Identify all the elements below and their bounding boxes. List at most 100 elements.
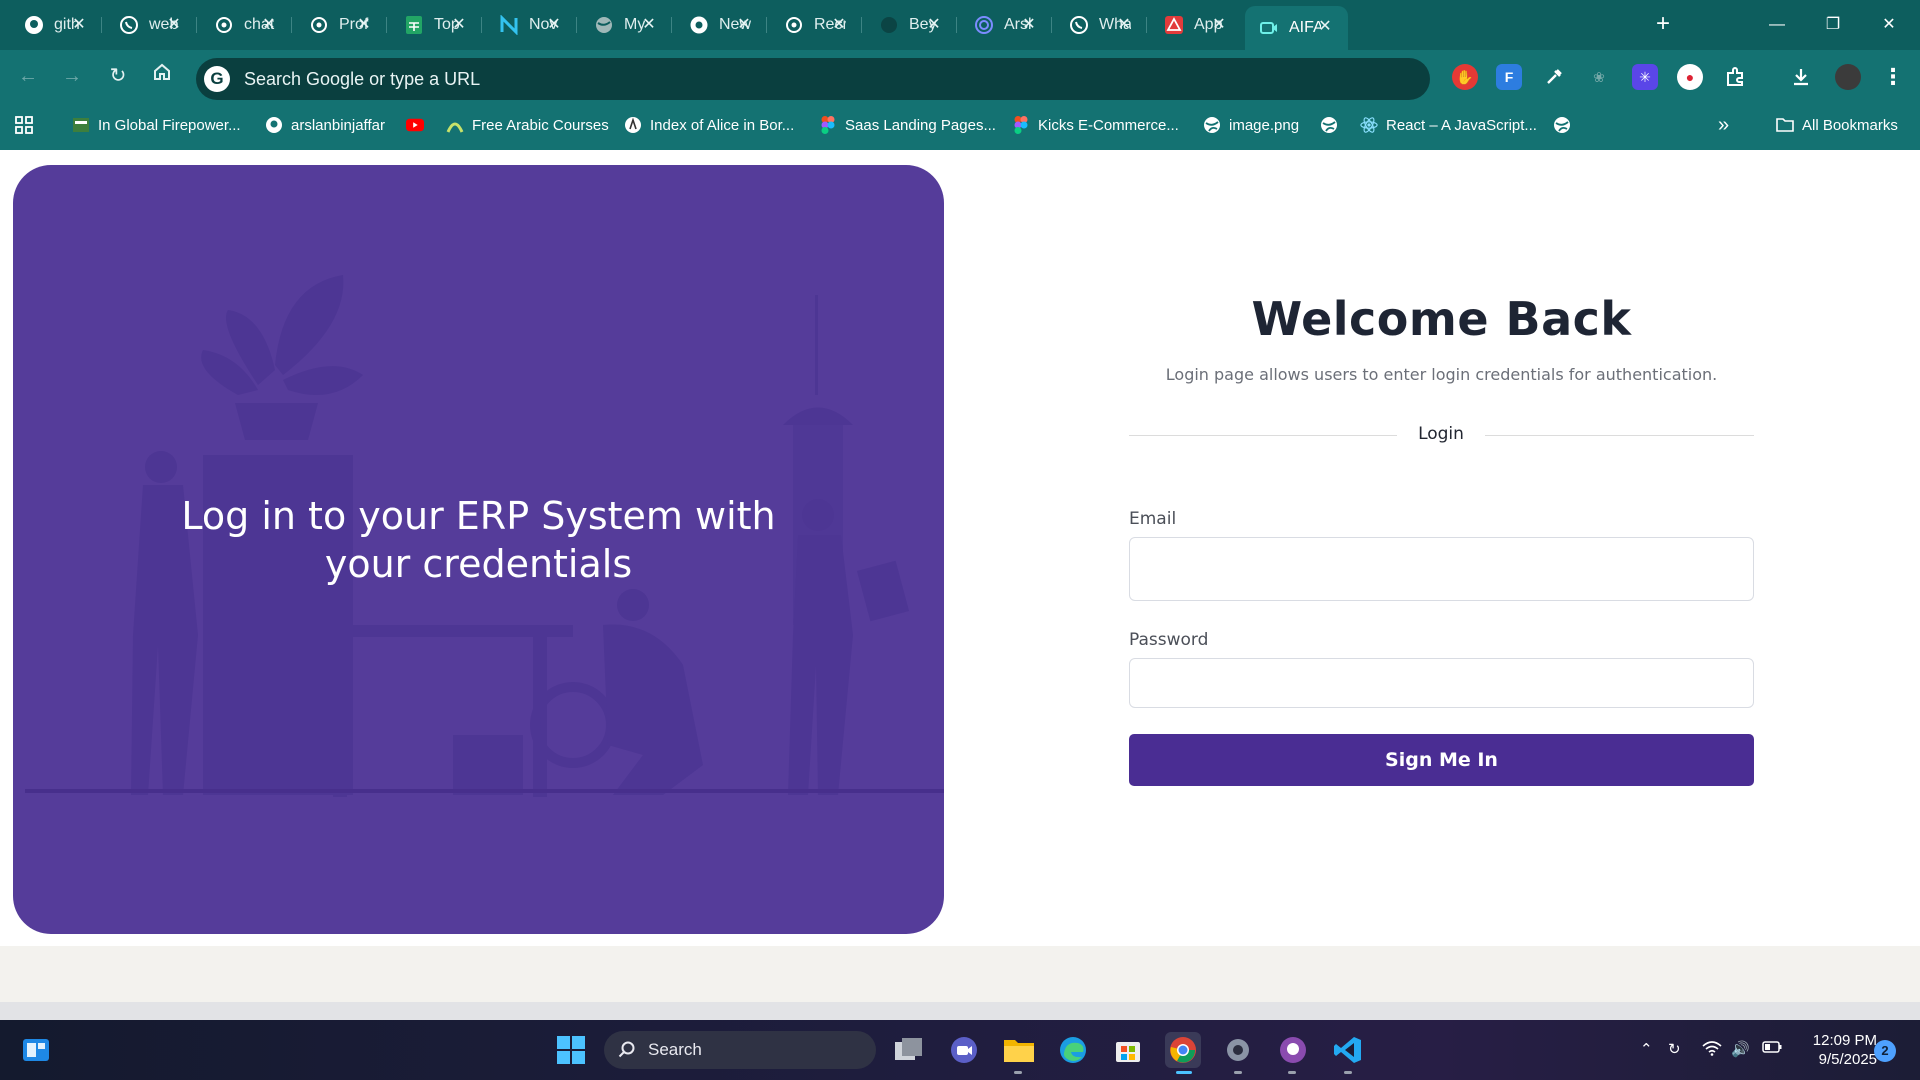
tab-close-icon[interactable]: ✕ [1316,18,1334,36]
home-button[interactable] [148,62,176,90]
close-window-button[interactable]: ✕ [1866,8,1912,42]
eyedropper-extension-icon[interactable] [1541,64,1567,90]
snowflake-extension-icon[interactable]: ✳ [1632,64,1658,90]
bookmark-item[interactable]: Kicks E-Commerce... [1012,114,1179,136]
adblock-extension-icon[interactable]: ✋ [1452,64,1478,90]
browser-tab[interactable]: Prof ✕ [295,8,387,42]
circle-extension-icon[interactable]: ● [1677,64,1703,90]
notification-badge[interactable]: 2 [1874,1040,1896,1062]
system-clock[interactable]: 12:09 PM 9/5/2025 [1795,1031,1877,1069]
wifi-icon[interactable] [1702,1040,1722,1060]
new-tab-button[interactable]: + [1650,12,1676,38]
download-icon[interactable] [1788,64,1814,90]
battery-icon[interactable] [1762,1040,1782,1058]
browser-tab[interactable]: web ✕ [105,8,197,42]
tab-separator [481,17,482,33]
email-input[interactable] [1129,537,1754,601]
browser-tab[interactable]: New ✕ [675,8,767,42]
chrome-taskbar-icon[interactable] [1165,1032,1201,1068]
globe-icon [1320,116,1338,134]
forward-button[interactable]: → [58,62,86,90]
menu-kebab-icon[interactable]: ⋮ [1880,64,1906,90]
bookmark-item[interactable] [1553,114,1579,136]
bug-extension-icon[interactable]: ❀ [1586,64,1612,90]
browser-tab[interactable]: My ✕ [580,8,672,42]
bookmark-item[interactable]: React – A JavaScript... [1360,114,1537,136]
warning-red-icon [1164,15,1184,35]
sign-in-button[interactable]: Sign Me In [1129,734,1754,786]
browser-tab[interactable]: App ✕ [1150,8,1242,42]
tab-close-icon[interactable]: ✕ [70,16,88,34]
horizontal-scrollbar[interactable] [0,1002,1920,1020]
tab-close-icon[interactable]: ✕ [830,16,848,34]
tray-chevron-icon[interactable]: ⌃ [1640,1040,1653,1058]
restore-button[interactable]: ❐ [1810,8,1856,42]
settings-gear-icon[interactable] [1220,1032,1256,1068]
tab-close-icon[interactable]: ✕ [1020,16,1038,34]
all-bookmarks-button[interactable]: All Bookmarks [1776,114,1898,136]
browser-tab[interactable]: Arsl ✕ [960,8,1052,42]
tab-close-icon[interactable]: ✕ [1115,16,1133,34]
minimize-button[interactable]: — [1754,8,1800,42]
bookmark-label: Kicks E-Commerce... [1038,116,1179,134]
tab-close-icon[interactable]: ✕ [640,16,658,34]
bookmark-item[interactable]: Free Arabic Courses [446,114,609,136]
bookmark-item[interactable]: image.png [1203,114,1299,136]
browser-tab[interactable]: Wha ✕ [1055,8,1147,42]
tab-close-icon[interactable]: ✕ [450,16,468,34]
tab-separator [956,17,957,33]
vscode-icon[interactable] [1330,1032,1366,1068]
back-button[interactable]: ← [14,62,42,90]
bookmark-item[interactable]: In Global Firepower... [72,114,241,136]
start-button[interactable] [553,1032,589,1068]
github-desktop-icon[interactable] [1275,1032,1311,1068]
volume-icon[interactable]: 🔊 [1731,1040,1750,1058]
taskbar-search[interactable]: Search [604,1031,876,1069]
sync-icon[interactable]: ↻ [1668,1040,1681,1058]
more-bookmarks-button[interactable]: » [1718,114,1729,136]
bookmark-item[interactable]: arslanbinjaffar [265,114,385,136]
tab-close-icon[interactable]: ✕ [735,16,753,34]
bookmark-item[interactable]: Saas Landing Pages... [819,114,996,136]
microsoft-store-icon[interactable] [1110,1032,1146,1068]
address-input[interactable] [244,68,1144,90]
browser-tab[interactable]: Nov ✕ [485,8,577,42]
bookmark-item[interactable] [1320,114,1346,136]
address-bar[interactable]: G [196,58,1430,100]
password-label: Password [1129,630,1209,650]
tab-close-icon[interactable]: ✕ [260,16,278,34]
tab-separator [1146,17,1147,33]
tab-separator [1051,17,1052,33]
reload-button[interactable]: ↻ [104,62,132,90]
all-bookmarks-label: All Bookmarks [1802,116,1898,134]
profile-avatar[interactable] [1835,64,1861,90]
browser-tab[interactable]: AIFA ✕ [1245,6,1348,50]
browser-tab[interactable]: Top ✕ [390,8,482,42]
tab-close-icon[interactable]: ✕ [355,16,373,34]
apps-grid-icon[interactable] [14,114,34,136]
teams-meet-icon[interactable] [946,1032,982,1068]
tab-close-icon[interactable]: ✕ [165,16,183,34]
bookmark-item[interactable]: Index of Alice in Bor... [624,114,794,136]
browser-tab[interactable]: gith ✕ [10,8,102,42]
task-view-icon[interactable] [891,1032,927,1068]
bookmark-item[interactable] [406,114,432,136]
folder-icon [1776,116,1794,134]
divider-line-right [1485,435,1754,436]
password-input[interactable] [1129,658,1754,708]
puzzle-extensions-icon[interactable] [1723,64,1749,90]
globe-icon [594,15,614,35]
browser-tab[interactable]: chat ✕ [200,8,292,42]
bookmark-label: Index of Alice in Bor... [650,116,795,134]
browser-tab[interactable]: Recr ✕ [770,8,862,42]
ft-extension-icon[interactable]: F [1496,64,1522,90]
browser-tab[interactable]: Bey ✕ [865,8,957,42]
edge-browser-icon[interactable] [1055,1032,1091,1068]
tab-close-icon[interactable]: ✕ [925,16,943,34]
tab-close-icon[interactable]: ✕ [545,16,563,34]
tab-close-icon[interactable]: ✕ [1210,16,1228,34]
clock-time: 12:09 PM [1812,1032,1877,1049]
tab-separator [671,17,672,33]
file-explorer-icon[interactable] [1001,1032,1037,1068]
widgets-icon[interactable] [18,1032,54,1068]
